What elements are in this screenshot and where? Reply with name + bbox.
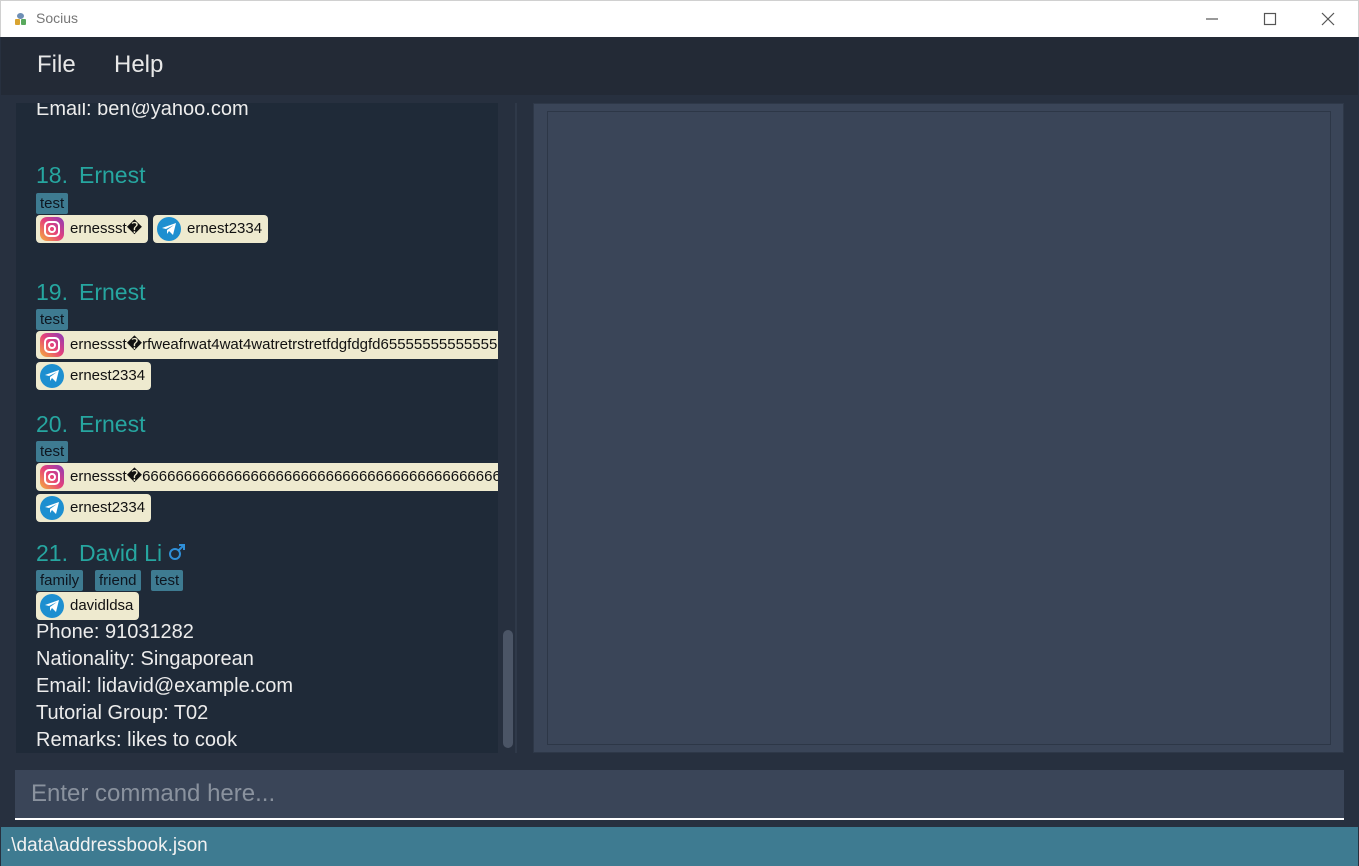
panel-divider[interactable] [515, 103, 517, 753]
telegram-social-chip: ernest2334 [153, 215, 269, 243]
instagram-icon [40, 465, 64, 489]
telegram-icon [40, 594, 64, 618]
person-name: David Li [78, 540, 163, 566]
telegram-handle: ernest2334 [187, 220, 263, 237]
tag-label: friend [95, 570, 141, 591]
person-remarks: Remarks: likes to cook [36, 729, 238, 751]
menu-bar: File Help [1, 37, 1358, 95]
main-area: Email: ben@yahoo.com 18. Ernest test erne… [1, 95, 1358, 761]
maximize-icon [1263, 12, 1277, 26]
person-name-row: 18. Ernest [36, 162, 145, 189]
detail-panel [533, 103, 1344, 753]
person-index: 18. [36, 162, 68, 188]
person-name: Ernest [78, 279, 146, 305]
detail-panel-content [547, 111, 1331, 745]
person-phone: Phone: 91031282 [36, 621, 194, 643]
person-name-row: 21. David Li [36, 540, 186, 567]
scrollbar-thumb[interactable] [503, 630, 513, 748]
person-name-row: 19. Ernest [36, 279, 145, 306]
window-title: Socius [36, 10, 79, 26]
minimize-icon [1206, 18, 1218, 20]
person-nationality: Nationality: Singaporean [36, 648, 254, 670]
socius-app-icon [15, 13, 26, 25]
menu-file[interactable]: File [37, 51, 76, 79]
title-bar: Socius [0, 0, 1359, 37]
person-tutorial-group: Tutorial Group: T02 [36, 702, 209, 724]
person-email-partial: Email: ben@yahoo.com [36, 103, 249, 120]
instagram-icon [40, 333, 64, 357]
telegram-social-chip: ernest2334 [36, 494, 152, 522]
telegram-social-chip: davidldsa [36, 592, 140, 620]
person-name-row: 20. Ernest [36, 411, 145, 438]
instagram-social-chip: ernessst� [36, 215, 149, 243]
person-email: Email: lidavid@example.com [36, 675, 294, 697]
close-icon [1321, 12, 1335, 26]
command-area [1, 761, 1358, 827]
person-index: 20. [36, 411, 68, 437]
telegram-social-chip: ernest2334 [36, 362, 152, 390]
instagram-handle: ernessst�rfweafrwat4wat4watretrstretfdgf… [70, 336, 498, 353]
telegram-icon [157, 217, 181, 241]
person-index: 19. [36, 279, 68, 305]
menu-help[interactable]: Help [114, 51, 163, 79]
maximize-button[interactable] [1241, 1, 1299, 37]
tag-label: test [151, 570, 184, 591]
tag-label: test [36, 193, 69, 214]
person-index: 21. [36, 540, 68, 566]
person-name: Ernest [78, 411, 146, 437]
instagram-social-chip: ernessst�6666666666666666666666666666666… [36, 463, 498, 491]
save-file-path: .\data\addressbook.json [6, 835, 208, 856]
instagram-social-chip: ernessst�rfweafrwat4wat4watretrstretfdgf… [36, 331, 498, 359]
command-input[interactable] [15, 770, 1344, 818]
telegram-icon [40, 496, 64, 520]
telegram-handle: ernest2334 [70, 499, 146, 516]
minimize-button[interactable] [1183, 1, 1241, 37]
telegram-handle: davidldsa [70, 597, 134, 614]
person-list-panel[interactable]: Email: ben@yahoo.com 18. Ernest test erne… [16, 103, 498, 753]
tag-label: test [36, 441, 69, 462]
tag-label: test [36, 309, 69, 330]
status-bar: .\data\addressbook.json [1, 827, 1358, 866]
male-gender-icon [168, 540, 186, 567]
person-list-scrollbar[interactable] [501, 103, 515, 753]
person-name: Ernest [78, 162, 146, 188]
instagram-icon [40, 217, 64, 241]
tag-label: family [36, 570, 84, 591]
command-box [15, 770, 1344, 820]
close-button[interactable] [1299, 1, 1357, 37]
instagram-handle: ernessst�6666666666666666666666666666666… [70, 468, 498, 485]
telegram-handle: ernest2334 [70, 367, 146, 384]
instagram-handle: ernessst� [70, 220, 143, 237]
telegram-icon [40, 364, 64, 388]
